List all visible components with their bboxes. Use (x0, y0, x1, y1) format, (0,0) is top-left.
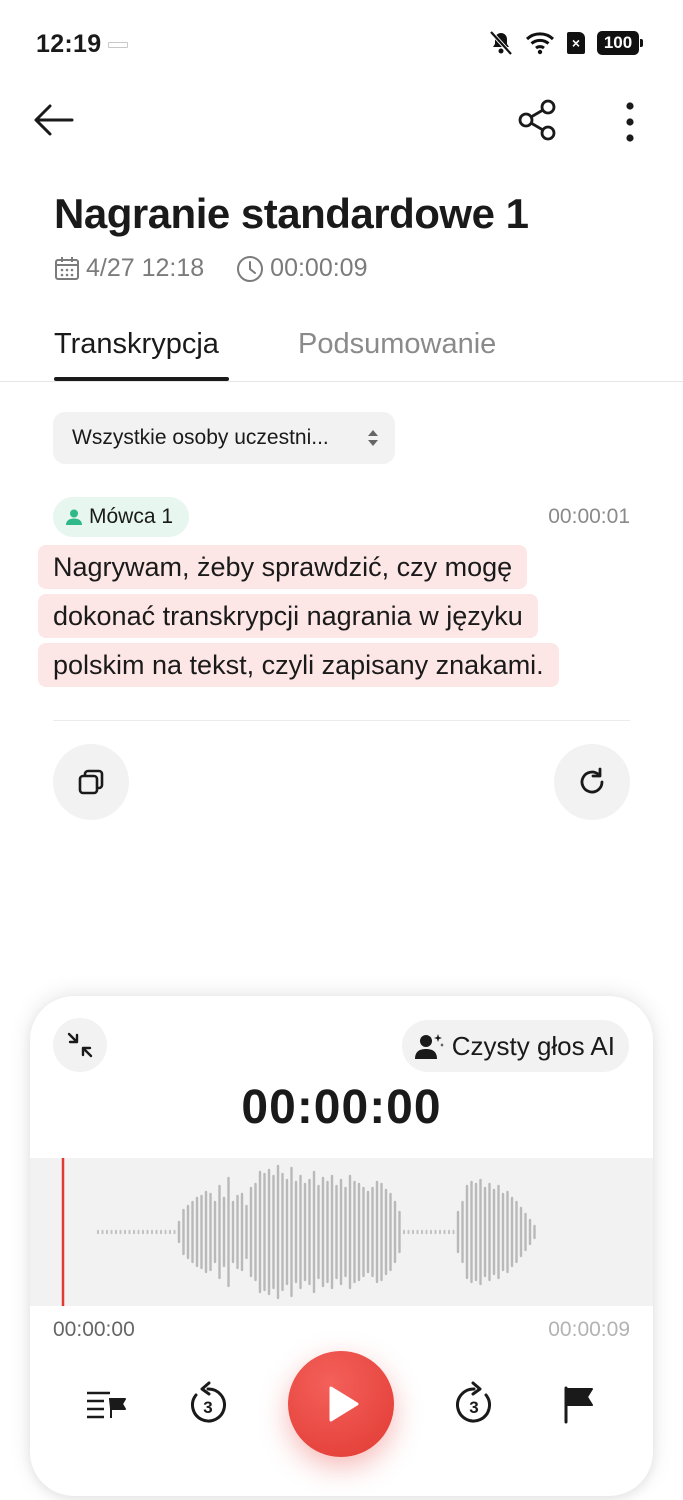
transcript-line[interactable]: Nagrywam, żeby sprawdzić, czy mogę (38, 545, 528, 589)
add-flag-button[interactable] (554, 1380, 602, 1428)
ai-clear-voice-label: Czysty głos AI (451, 1030, 615, 1061)
battery-icon: 100 (597, 31, 643, 55)
notifications-off-icon (489, 30, 513, 56)
speaker-chip[interactable]: Mówca 1 (53, 497, 190, 537)
waveform[interactable] (30, 1158, 653, 1306)
current-playback-time: 00:00:00 (241, 1081, 442, 1134)
tab-bar: Transkrypcja Podsumowanie (0, 318, 683, 382)
recording-duration: 00:00:09 (236, 254, 368, 283)
copy-button[interactable] (53, 744, 129, 820)
person-icon (66, 509, 82, 525)
play-button[interactable] (288, 1351, 394, 1457)
recording-meta: 4/27 12:18 00:00:09 (54, 254, 400, 283)
svg-text:3: 3 (469, 1398, 478, 1417)
ai-clear-voice-button[interactable]: Czysty głos AI (401, 1020, 629, 1072)
transcript-line[interactable]: polskim na tekst, czyli zapisany znakami… (38, 643, 559, 687)
share-button[interactable] (514, 96, 562, 144)
status-time: 12:19 (36, 30, 102, 58)
page-title: Nagranie standardowe 1 (54, 190, 529, 237)
sort-arrows-icon (368, 430, 378, 446)
transcript-marks-button[interactable] (82, 1380, 130, 1428)
regenerate-button[interactable] (554, 744, 630, 820)
segment-timestamp: 00:00:01 (548, 505, 630, 528)
notification-thumbnail-icon (108, 42, 128, 48)
ai-voice-person-icon (414, 1034, 444, 1059)
recording-date-text: 4/27 12:18 (86, 254, 205, 282)
status-bar: 12:19 × 100 (0, 0, 683, 92)
top-app-bar (0, 92, 683, 148)
flag-icon (564, 1386, 593, 1424)
wifi-icon (525, 32, 555, 55)
more-vertical-icon (626, 102, 634, 142)
recording-date: 4/27 12:18 (54, 254, 204, 283)
recording-duration-text: 00:00:09 (270, 254, 368, 282)
transcript-line[interactable]: dokonać transkrypcji nagrania w języku (38, 594, 538, 638)
rewind-3s-button[interactable]: 3 (184, 1380, 232, 1428)
back-arrow-icon (34, 104, 74, 136)
sim-icon: × (567, 32, 585, 54)
svg-text:3: 3 (203, 1398, 212, 1417)
divider (53, 720, 630, 721)
player-panel: Czysty głos AI 00:00:00 00:00:00 00:00:0… (30, 996, 653, 1496)
transcript-flags-icon (87, 1391, 126, 1419)
status-icons: × 100 (489, 30, 643, 56)
copy-icon (78, 769, 104, 795)
play-icon (329, 1386, 359, 1422)
share-icon (518, 99, 556, 141)
forward-3s-button[interactable]: 3 (450, 1380, 498, 1428)
tab-transcription[interactable]: Transkrypcja (54, 328, 219, 361)
waveform-graphic (61, 1158, 536, 1306)
participants-filter-select[interactable]: Wszystkie osoby uczestni... (53, 412, 395, 464)
collapse-player-button[interactable] (53, 1018, 107, 1072)
active-tab-indicator (54, 377, 229, 381)
rewind-3-icon: 3 (191, 1381, 226, 1423)
speaker-name: Mówca 1 (89, 505, 174, 528)
tab-summary[interactable]: Podsumowanie (298, 328, 496, 361)
collapse-icon (67, 1032, 93, 1058)
more-options-button[interactable] (608, 96, 652, 144)
participants-filter-value: Wszystkie osoby uczestni... (72, 426, 329, 449)
forward-3-icon: 3 (456, 1381, 491, 1423)
calendar-icon (55, 256, 79, 280)
total-duration: 00:00:09 (548, 1318, 630, 1341)
playback-position: 00:00:00 (53, 1318, 135, 1341)
back-button[interactable] (28, 98, 78, 142)
clock-icon (237, 255, 264, 282)
refresh-icon (580, 767, 604, 794)
